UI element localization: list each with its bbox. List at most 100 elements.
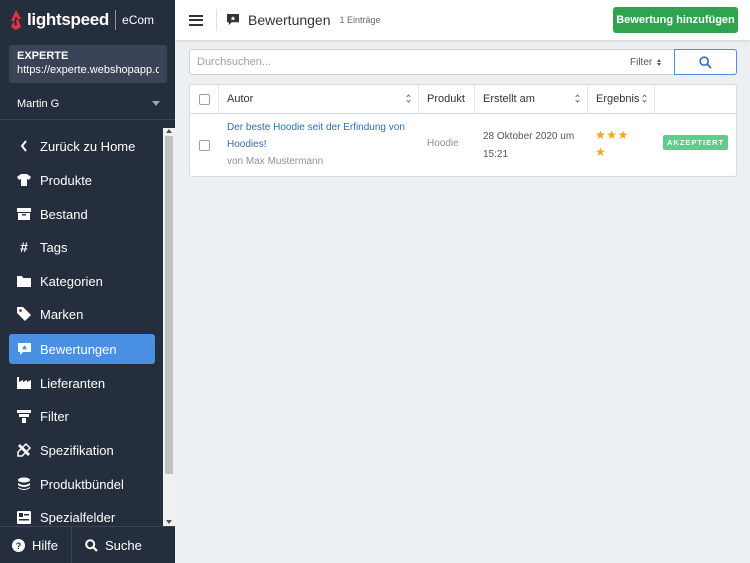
sort-icon: [406, 94, 411, 103]
question-circle-icon: ?: [12, 538, 25, 552]
table-row[interactable]: Der beste Hoodie seit der Erfindung von …: [190, 114, 736, 176]
review-author: von Max Mustermann: [227, 156, 324, 167]
column-label: Erstellt am: [483, 93, 535, 105]
fields-icon: [17, 510, 31, 524]
scroll-up-icon[interactable]: [166, 129, 172, 133]
review-date-line: 15:21: [483, 149, 509, 160]
folder-icon: [17, 274, 31, 288]
brand-product: eCom: [122, 13, 155, 27]
search-input[interactable]: [190, 50, 620, 74]
sidebar-item-products[interactable]: Produkte: [9, 165, 155, 195]
review-date-line: 28 Oktober 2020 um: [483, 131, 575, 142]
box-icon: [17, 207, 31, 221]
sidebar-item-stock[interactable]: Bestand: [9, 199, 155, 229]
sidebar-item-label: Spezialfelder: [40, 509, 116, 525]
svg-text:?: ?: [16, 541, 22, 551]
entry-count: 1 Einträge: [339, 15, 381, 25]
filter-icon: [17, 409, 31, 423]
help-button[interactable]: ? Hilfe: [0, 527, 72, 563]
sidebar-item-label: Bestand: [40, 206, 88, 222]
sidebar-item-label: Kategorien: [40, 273, 103, 289]
column-created[interactable]: Erstellt am: [475, 85, 588, 113]
column-status: [655, 85, 736, 113]
review-product: Hoodie: [427, 138, 459, 149]
search-icon: [85, 538, 98, 552]
user-name: Martin G: [17, 97, 60, 110]
search-label: Suche: [105, 537, 142, 553]
column-label: Ergebnis: [596, 93, 640, 105]
sidebar-item-label: Lieferanten: [40, 375, 106, 391]
star-icon: ★★★: [595, 128, 629, 142]
shop-url: https://experte.webshopapp.c...: [17, 64, 159, 76]
shop-name: EXPERTE: [17, 50, 69, 62]
chevron-left-icon: [17, 139, 31, 153]
sort-icon: [575, 94, 580, 103]
hashtag-icon: #: [20, 239, 28, 255]
reviews-table: Autor Produkt Erstellt am Ergebnis Der b…: [189, 84, 737, 177]
sidebar-item-reviews[interactable]: Bewertungen: [9, 334, 155, 364]
updown-icon: [657, 58, 662, 66]
top-bar: Bewertungen 1 Einträge Bewertung hinzufü…: [175, 0, 750, 40]
menu-icon[interactable]: [189, 14, 203, 26]
factory-icon: [17, 376, 31, 390]
review-icon: [227, 14, 239, 26]
sort-icon: [642, 94, 647, 103]
sidebar-item-brands[interactable]: Marken: [9, 299, 155, 329]
sidebar-footer: ? Hilfe Suche: [0, 526, 175, 563]
status-cell: AKZEPTIERT: [663, 135, 729, 150]
scrollbar-thumb[interactable]: [165, 136, 173, 474]
sidebar-item-back-home[interactable]: Zurück zu Home: [9, 131, 155, 161]
sidebar-item-filter[interactable]: Filter: [9, 401, 155, 431]
sidebar-item-bundles[interactable]: Produktbündel: [9, 469, 155, 499]
review-title-link[interactable]: Der beste Hoodie seit der Erfindung von …: [227, 119, 417, 153]
brand-name: lightspeed: [27, 10, 110, 29]
review-title-line: Hoodies!: [227, 139, 267, 150]
sidebar-item-specification[interactable]: Spezifikation: [9, 435, 155, 465]
sidebar-scrollbar[interactable]: [163, 128, 175, 526]
tag-icon: [17, 307, 31, 321]
rating-stars: ★★★ ★: [595, 127, 629, 161]
sidebar-item-label: Bewertungen: [40, 341, 117, 357]
sidebar-item-label: Produktbündel: [40, 476, 124, 492]
brand-divider: [115, 10, 117, 30]
row-checkbox[interactable]: [199, 140, 210, 151]
chevron-down-icon: [152, 101, 160, 106]
sidebar-item-tags[interactable]: # Tags: [9, 232, 155, 262]
review-icon: [17, 342, 31, 356]
column-label: Autor: [227, 93, 254, 105]
shop-switcher[interactable]: EXPERTE https://experte.webshopapp.c...: [9, 45, 167, 83]
page-title: Bewertungen: [248, 12, 331, 28]
sidebar-item-label: Produkte: [40, 172, 93, 188]
sidebar-search-button[interactable]: Suche: [72, 527, 142, 563]
tshirt-icon: [17, 173, 31, 187]
scroll-down-icon[interactable]: [166, 520, 172, 524]
sidebar-nav: Zurück zu Home Produkte Bestand # Tags K…: [0, 128, 163, 526]
sidebar-item-categories[interactable]: Kategorien: [9, 266, 155, 296]
select-all-cell: [190, 85, 219, 113]
search-bar: Filter: [189, 49, 737, 75]
lightspeed-flame-icon: [11, 10, 21, 30]
column-result[interactable]: Ergebnis: [588, 85, 655, 113]
column-product[interactable]: Produkt: [419, 85, 475, 113]
select-all-checkbox[interactable]: [199, 93, 210, 105]
table-header: Autor Produkt Erstellt am Ergebnis: [190, 85, 736, 114]
add-review-button[interactable]: Bewertung hinzufügen: [613, 7, 738, 33]
layers-icon: [17, 477, 31, 491]
column-author[interactable]: Autor: [219, 85, 419, 113]
sidebar-item-label: Tags: [40, 239, 68, 255]
column-label: Produkt: [427, 93, 465, 105]
filter-select[interactable]: Filter: [630, 50, 674, 74]
sidebar-item-suppliers[interactable]: Lieferanten: [9, 368, 155, 398]
review-date: 28 Oktober 2020 um 15:21: [483, 128, 574, 164]
filter-select-label: Filter: [630, 56, 653, 68]
sidebar-item-label: Spezifikation: [40, 442, 114, 458]
brand[interactable]: lightspeed eCom: [0, 0, 175, 40]
search-button[interactable]: [674, 49, 737, 75]
user-menu[interactable]: Martin G: [0, 88, 175, 120]
sidebar-item-custom-fields[interactable]: Spezialfelder: [9, 502, 155, 526]
sidebar-item-label: Zurück zu Home: [40, 138, 136, 154]
review-title-line: Der beste Hoodie seit der Erfindung von: [227, 122, 405, 133]
sidebar-item-label: Marken: [40, 306, 84, 322]
search-icon: [699, 55, 712, 69]
review-title-cell: Der beste Hoodie seit der Erfindung von …: [227, 119, 417, 170]
